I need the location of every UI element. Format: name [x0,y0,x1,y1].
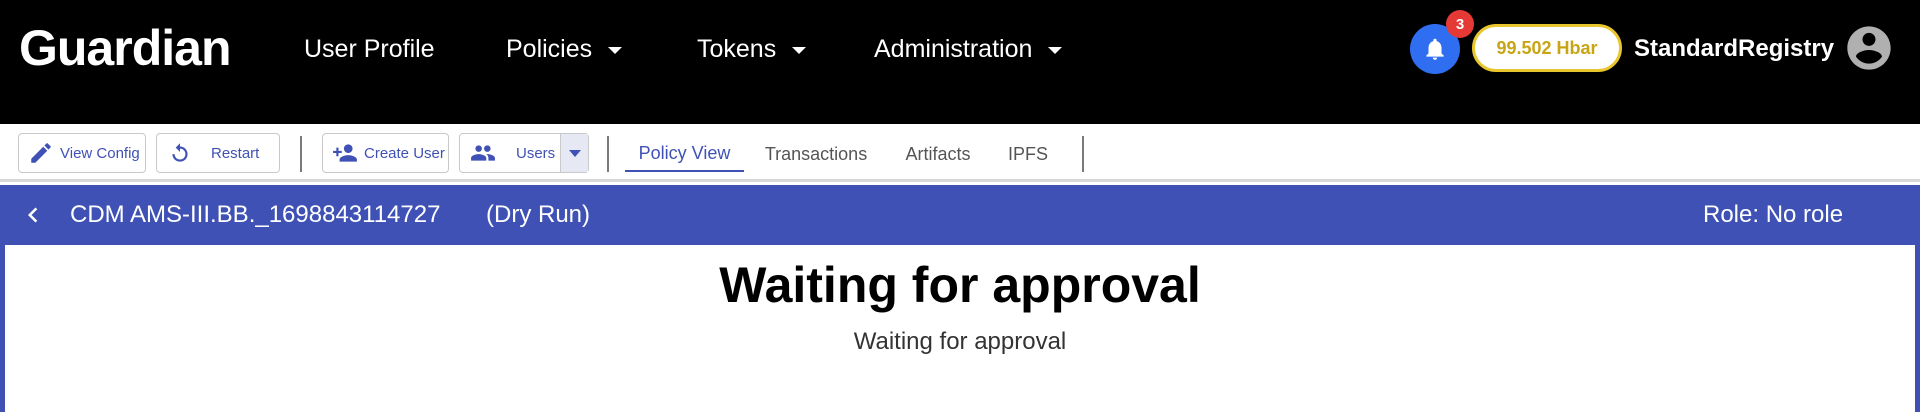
nav-tokens[interactable]: Tokens [697,34,807,64]
notification-count-badge: 3 [1446,10,1474,38]
nav-policies-label: Policies [506,35,593,63]
users-label: Users [516,144,556,162]
restart-icon [172,143,188,162]
policy-mode: (Dry Run) [486,201,591,228]
balance-badge[interactable]: 99.502 Hbar [1472,24,1622,72]
app-logo[interactable]: Guardian [19,22,231,74]
chevron-down-icon [568,149,581,157]
tab-ipfs[interactable]: IPFS [998,136,1058,172]
policy-content: Waiting for approval Waiting for approva… [0,245,1920,412]
chevron-down-icon [1048,46,1063,54]
nav-tokens-label: Tokens [697,35,777,63]
policy-header-bar: CDM AMS-III.BB._1698843114727 (Dry Run) … [0,185,1920,245]
person-add-icon [333,144,357,162]
view-config-button[interactable]: View Config [18,133,146,173]
top-header: Guardian User Profile Policies Tokens Ad… [0,0,1920,124]
nav-user-profile-label: User Profile [304,35,435,63]
nav-user-profile[interactable]: User Profile [304,34,435,64]
create-user-button[interactable]: Create User [322,133,449,173]
page-title: Waiting for approval [719,257,1201,313]
chevron-down-icon [792,46,807,54]
role-label: Role: No role [1703,201,1844,228]
users-select[interactable]: Users [459,133,589,173]
tab-artifacts[interactable]: Artifacts [892,136,984,172]
page-subtitle: Waiting for approval [853,328,1067,355]
toolbar-divider [607,136,609,172]
toolbar-divider [300,136,302,172]
people-icon [471,145,495,161]
restart-button[interactable]: Restart [156,133,280,173]
toolbar-divider [1082,136,1084,172]
tab-policy-view[interactable]: Policy View [625,136,744,172]
nav-administration[interactable]: Administration [874,34,1063,64]
restart-label: Restart [211,144,260,162]
nav-policies[interactable]: Policies [506,34,623,64]
tab-transactions[interactable]: Transactions [756,136,876,172]
nav-administration-label: Administration [874,35,1033,63]
create-user-label: Create User [364,144,445,162]
view-config-label: View Config [60,144,140,162]
users-dropdown-toggle[interactable] [560,134,588,172]
pencil-icon [31,143,51,163]
account-circle-icon[interactable] [1843,22,1895,74]
policy-toolbar: View Config Restart Create User Users Po… [0,124,1920,182]
policy-name: CDM AMS-III.BB._1698843114727 [70,201,441,228]
chevron-left-icon[interactable] [18,200,48,230]
bell-icon [1426,38,1444,60]
chevron-down-icon [608,46,623,54]
username[interactable]: StandardRegistry [1634,34,1834,64]
